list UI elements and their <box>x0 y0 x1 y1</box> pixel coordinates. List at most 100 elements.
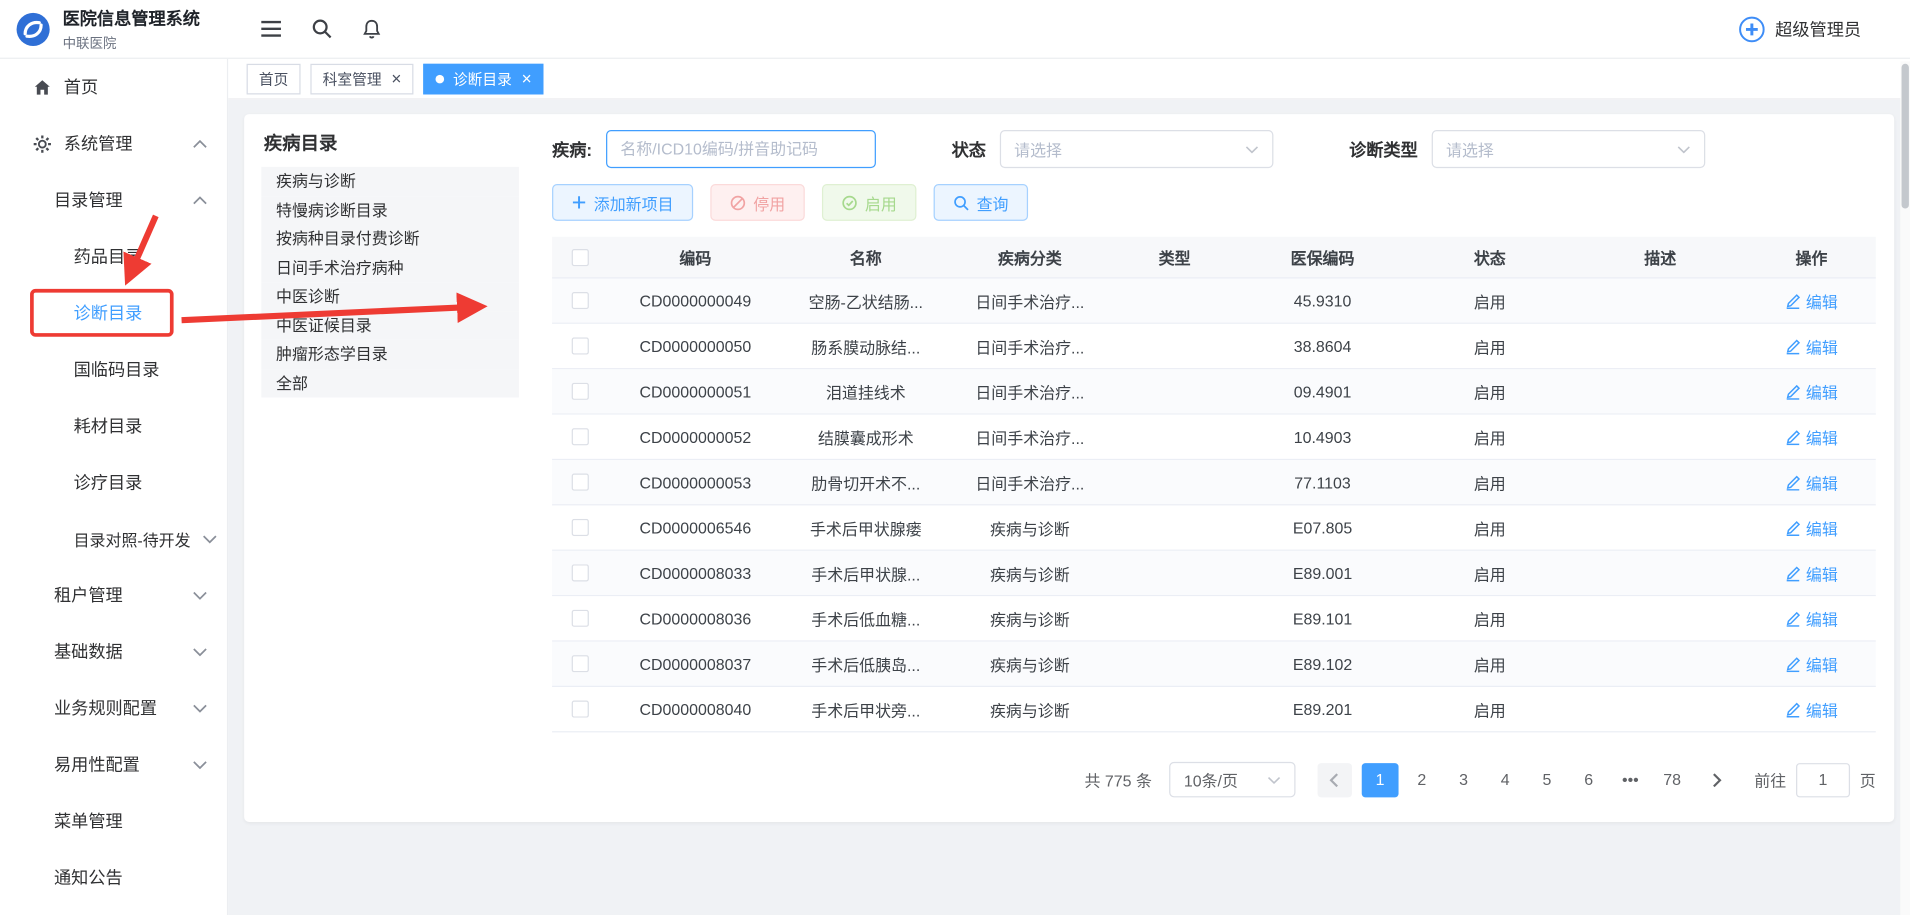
catalog-item[interactable]: 日间手术治疗病种 <box>261 253 519 282</box>
table-row: CD0000000051 泪道挂线术 日间手术治疗... 09.4901 启用 <box>552 369 1876 414</box>
row-checkbox[interactable] <box>572 337 589 354</box>
close-icon[interactable]: × <box>522 70 532 87</box>
sidebar-item-usability-config[interactable]: 易用性配置 <box>0 736 227 792</box>
chevron-down-icon <box>193 647 208 656</box>
page-number-button[interactable]: 78 <box>1654 762 1691 796</box>
sidebar-item-business-rules[interactable]: 业务规则配置 <box>0 680 227 736</box>
enable-button[interactable]: 启用 <box>822 184 916 221</box>
circle-check-icon <box>842 194 858 210</box>
row-code-cell: CD0000006546 <box>608 518 782 536</box>
row-checkbox[interactable] <box>572 564 589 581</box>
row-insurance-cell: E07.805 <box>1239 518 1406 536</box>
edit-link[interactable]: 编辑 <box>1785 561 1838 584</box>
goto-page-input[interactable] <box>1796 762 1850 796</box>
sidebar-item-system-mgmt[interactable]: 系统管理 <box>0 115 227 171</box>
collapse-menu-icon[interactable] <box>260 20 282 38</box>
edit-icon <box>1785 383 1801 399</box>
select-all-checkbox[interactable] <box>572 248 589 265</box>
chevron-left-icon <box>1329 772 1340 787</box>
row-checkbox[interactable] <box>572 383 589 400</box>
catalog-item[interactable]: 中医证候目录 <box>261 311 519 340</box>
row-code-cell: CD0000008036 <box>608 609 782 627</box>
page-number-button[interactable]: 3 <box>1445 762 1482 796</box>
sidebar-item-tenant-mgmt[interactable]: 租户管理 <box>0 567 227 623</box>
catalog-item[interactable]: 特慢病诊断目录 <box>261 196 519 225</box>
row-category-cell: 疾病与诊断 <box>949 607 1110 630</box>
row-checkbox[interactable] <box>572 610 589 627</box>
row-code-cell: CD0000008040 <box>608 700 782 718</box>
chevron-down-icon <box>193 760 208 769</box>
row-category-cell: 日间手术治疗... <box>949 470 1110 493</box>
header-actions: 操作 <box>1747 245 1876 268</box>
edit-link[interactable]: 编辑 <box>1785 697 1838 720</box>
user-menu[interactable]: 超级管理员 <box>1738 15 1861 42</box>
sidebar-item-national-code-catalog[interactable]: 国临码目录 <box>0 341 227 397</box>
edit-link[interactable]: 编辑 <box>1785 516 1838 539</box>
add-item-button[interactable]: 添加新项目 <box>552 184 693 221</box>
sidebar-item-treatment-catalog[interactable]: 诊疗目录 <box>0 454 227 510</box>
edit-link[interactable]: 编辑 <box>1785 607 1838 630</box>
search-icon[interactable] <box>312 18 333 39</box>
row-checkbox[interactable] <box>572 428 589 445</box>
sidebar-item-notice[interactable]: 通知公告 <box>0 849 227 905</box>
table-row: CD0000000049 空肠-乙状结肠... 日间手术治疗... 45.931… <box>552 278 1876 323</box>
query-button[interactable]: 查询 <box>934 184 1028 221</box>
page-number-button[interactable]: 1 <box>1362 762 1399 796</box>
page-number-button[interactable]: 5 <box>1529 762 1566 796</box>
tab-diagnosis-catalog[interactable]: 诊断目录 × <box>424 63 544 94</box>
row-checkbox[interactable] <box>572 292 589 309</box>
status-select[interactable]: 请选择 <box>999 130 1273 168</box>
bell-icon[interactable] <box>362 18 382 39</box>
catalog-item[interactable]: 中医诊断 <box>261 282 519 311</box>
edit-link[interactable]: 编辑 <box>1785 289 1838 312</box>
next-page-button[interactable] <box>1700 762 1734 796</box>
tab-home[interactable]: 首页 <box>247 63 301 94</box>
disable-button[interactable]: 停用 <box>710 184 804 221</box>
diagnosis-type-select[interactable]: 请选择 <box>1431 130 1705 168</box>
edit-link[interactable]: 编辑 <box>1785 652 1838 675</box>
edit-link[interactable]: 编辑 <box>1785 334 1838 357</box>
chevron-right-icon <box>1712 772 1723 787</box>
row-category-cell: 日间手术治疗... <box>949 425 1110 448</box>
catalog-title: 疾病目录 <box>261 126 519 166</box>
catalog-item[interactable]: 疾病与诊断 <box>261 167 519 196</box>
row-checkbox[interactable] <box>572 701 589 718</box>
sidebar-item-drug-catalog[interactable]: 药品目录 <box>0 228 227 284</box>
row-insurance-cell: 45.9310 <box>1239 291 1406 309</box>
row-checkbox[interactable] <box>572 474 589 491</box>
close-icon[interactable]: × <box>391 70 401 87</box>
edit-link[interactable]: 编辑 <box>1785 380 1838 403</box>
sidebar-item-menu-mgmt[interactable]: 菜单管理 <box>0 793 227 849</box>
scrollbar-thumb[interactable] <box>1902 64 1909 209</box>
chevron-down-icon <box>1245 145 1258 152</box>
sidebar-item-consumable-catalog[interactable]: 耗材目录 <box>0 397 227 453</box>
sidebar-item-catalog-compare[interactable]: 目录对照-待开发 <box>0 510 227 566</box>
app-logo-icon <box>15 10 52 47</box>
row-status-cell: 启用 <box>1406 697 1573 720</box>
edit-link[interactable]: 编辑 <box>1785 470 1838 493</box>
prev-page-button[interactable] <box>1318 762 1352 796</box>
row-name-cell: 肋骨切开术不... <box>782 470 949 493</box>
page-size-select[interactable]: 10条/页 <box>1169 762 1295 798</box>
edit-icon <box>1785 429 1801 445</box>
chevron-down-icon <box>1267 776 1280 783</box>
catalog-item[interactable]: 按病种目录付费诊断 <box>261 225 519 254</box>
goto-label: 前往 <box>1754 768 1786 791</box>
tab-department-mgmt[interactable]: 科室管理 × <box>310 63 413 94</box>
row-checkbox[interactable] <box>572 655 589 672</box>
catalog-item[interactable]: 全部 <box>261 369 519 398</box>
page-number-button[interactable]: 2 <box>1403 762 1440 796</box>
page-number-button[interactable]: ••• <box>1612 762 1649 796</box>
page-number-button[interactable]: 6 <box>1570 762 1607 796</box>
sidebar-item-home[interactable]: 首页 <box>0 59 227 115</box>
sidebar-item-diagnosis-catalog[interactable]: 诊断目录 <box>0 285 227 341</box>
disease-search-input[interactable] <box>606 130 876 168</box>
row-insurance-cell: E89.102 <box>1239 654 1406 672</box>
sidebar-item-catalog-mgmt[interactable]: 目录管理 <box>0 172 227 228</box>
sidebar-item-base-data[interactable]: 基础数据 <box>0 623 227 679</box>
edit-link[interactable]: 编辑 <box>1785 425 1838 448</box>
catalog-item[interactable]: 肿瘤形态学目录 <box>261 340 519 369</box>
row-checkbox[interactable] <box>572 519 589 536</box>
scrollbar[interactable] <box>1900 61 1910 915</box>
page-number-button[interactable]: 4 <box>1487 762 1524 796</box>
